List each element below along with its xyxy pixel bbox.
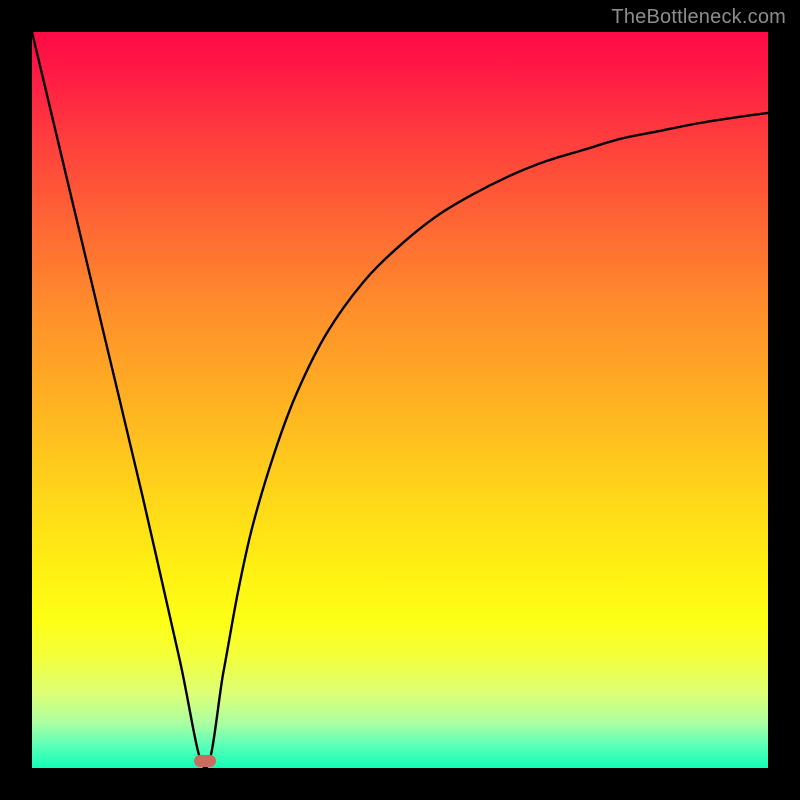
bottleneck-curve xyxy=(32,32,768,768)
plot-area xyxy=(32,32,768,768)
chart-frame: TheBottleneck.com xyxy=(0,0,800,800)
curve-layer xyxy=(32,32,768,768)
curve-svg xyxy=(32,32,768,768)
watermark-text: TheBottleneck.com xyxy=(611,6,786,29)
optimal-marker xyxy=(194,755,216,767)
